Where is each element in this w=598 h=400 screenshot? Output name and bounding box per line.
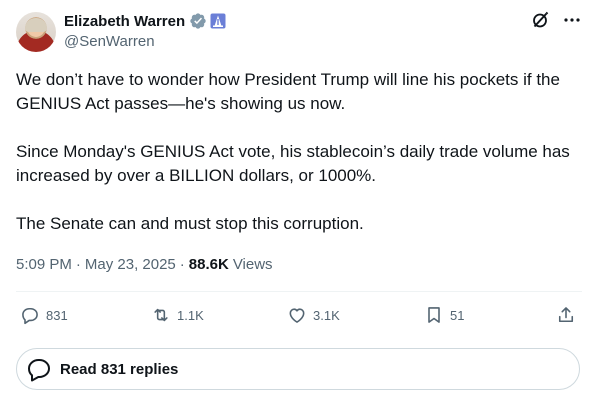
repost-count: 1.1K (177, 307, 204, 323)
like-button[interactable]: 3.1K (287, 300, 340, 330)
government-label-icon[interactable] (210, 13, 226, 29)
repost-button[interactable]: 1.1K (151, 300, 204, 330)
author-handle[interactable]: @SenWarren (64, 33, 155, 50)
share-icon (558, 307, 574, 323)
reply-button[interactable]: 831 (20, 300, 68, 330)
avatar[interactable] (16, 12, 56, 52)
tweet-date[interactable]: May 23, 2025 (85, 256, 176, 273)
grok-icon[interactable] (530, 10, 550, 30)
read-replies-button[interactable]: Read 831 replies (16, 348, 580, 390)
tweet-meta: 5:09 PM · May 23, 2025 · 88.6K Views (16, 253, 273, 275)
tweet-text: We don’t have to wonder how President Tr… (16, 70, 570, 233)
bookmark-button[interactable]: 51 (424, 300, 464, 330)
divider (16, 291, 582, 292)
like-icon (289, 308, 305, 323)
tweet-action-bar: 831 1.1K 3.1K 51 (16, 300, 582, 330)
meta-separator: · (179, 255, 185, 273)
more-icon[interactable] (562, 10, 582, 30)
tweet-top-actions (530, 10, 582, 30)
meta-separator: · (75, 255, 81, 273)
share-button[interactable] (556, 300, 576, 330)
bookmark-icon (428, 307, 440, 323)
author-name[interactable]: Elizabeth Warren (64, 13, 185, 30)
reply-icon (22, 307, 38, 325)
read-replies-label: Read 831 replies (60, 360, 179, 378)
verified-badge-icon[interactable] (189, 12, 207, 30)
author-name-row: Elizabeth Warren (64, 11, 226, 31)
repost-icon (154, 308, 168, 322)
tweet-time[interactable]: 5:09 PM (16, 256, 72, 273)
like-count: 3.1K (313, 307, 340, 323)
views-count: 88.6K (188, 255, 229, 273)
reply-count: 831 (46, 307, 68, 323)
views-label: Views (232, 255, 273, 273)
bookmark-count: 51 (450, 307, 465, 323)
replies-bubble-icon (28, 359, 50, 382)
